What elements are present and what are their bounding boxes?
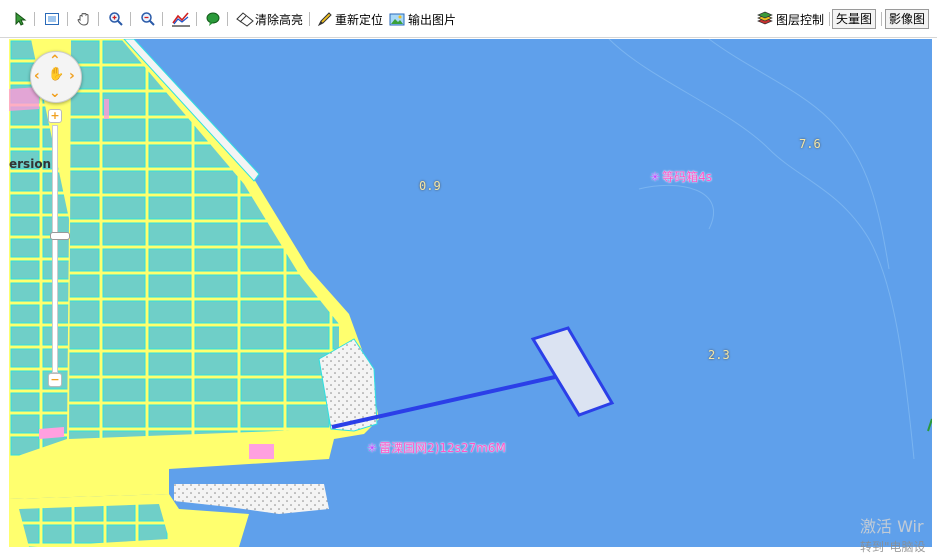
tag-icon: [205, 11, 221, 27]
toolbar-divider: [881, 12, 882, 26]
measure-icon: [171, 11, 191, 27]
pan-up-icon[interactable]: ⌃: [49, 54, 61, 68]
eraser-icon: [235, 11, 255, 27]
map-layer: [9, 39, 932, 547]
zoom-out-slider-button[interactable]: −: [48, 373, 62, 387]
pan-icon: [76, 11, 92, 27]
activation-watermark: 激活 Wir: [860, 517, 924, 536]
layer-control-button[interactable]: 图层控制: [757, 9, 824, 29]
zoom-track[interactable]: [50, 125, 70, 373]
pan-left-icon[interactable]: ‹: [34, 69, 40, 83]
toolbar-divider: [162, 12, 163, 26]
select-icon: [13, 11, 29, 27]
export-image-label: 输出图片: [408, 12, 457, 27]
toolbar-divider: [130, 12, 131, 26]
asterisk-icon: ✳: [367, 441, 378, 455]
pan-down-icon[interactable]: ⌄: [49, 86, 61, 100]
depth-label: 0.9: [419, 179, 441, 193]
zoom-out-button[interactable]: [140, 9, 156, 29]
map-toolbar: 清除高亮 重新定位 输出图片 图层控制 矢量图 影像图: [0, 0, 937, 38]
zoom-in-slider-button[interactable]: +: [48, 109, 62, 123]
poi-label: 等码箱4s: [662, 170, 712, 184]
zoom-in-button[interactable]: [108, 9, 124, 29]
zoom-out-icon: [140, 11, 156, 27]
full-extent-button[interactable]: [44, 9, 60, 29]
depth-label: 2.3: [708, 348, 730, 362]
pan-navigator[interactable]: ⌃ ⌄ ‹ › ✋: [30, 51, 82, 103]
full-extent-icon: [44, 11, 60, 27]
hand-icon: ✋: [48, 67, 65, 82]
layer-control-label: 图层控制: [776, 12, 825, 27]
vector-map-label: 矢量图: [832, 9, 877, 29]
pen-icon: [317, 11, 333, 27]
toolbar-divider: [98, 12, 99, 26]
layers-icon: [757, 11, 773, 27]
picture-icon: [389, 11, 405, 27]
clear-highlight-label: 清除高亮: [255, 12, 304, 27]
asterisk-icon: ✳: [650, 170, 661, 184]
depth-label: 7.6: [799, 137, 821, 151]
image-map-button[interactable]: 影像图: [885, 9, 930, 29]
toolbar-divider: [227, 12, 228, 26]
export-image-button[interactable]: 输出图片: [389, 9, 456, 29]
toolbar-divider: [67, 12, 68, 26]
toolbar-divider: [309, 12, 310, 26]
poi-marker[interactable]: ✳ 雷溧国网2)12s27m6M: [367, 439, 506, 456]
pan-button[interactable]: [76, 9, 92, 29]
relocate-button[interactable]: 重新定位: [317, 9, 383, 29]
relocate-label: 重新定位: [335, 12, 384, 27]
zoom-slider[interactable]: + −: [48, 109, 70, 389]
poi-label: 雷溧国网2)12s27m6M: [379, 441, 506, 455]
pan-right-icon[interactable]: ›: [69, 69, 75, 83]
measure-button[interactable]: [171, 9, 191, 29]
tag-button[interactable]: [205, 9, 221, 29]
zoom-thumb[interactable]: [50, 232, 70, 240]
clear-highlight-button[interactable]: 清除高亮: [235, 9, 303, 29]
poi-marker[interactable]: ✳ 等码箱4s: [650, 168, 712, 185]
toolbar-divider: [34, 12, 35, 26]
toolbar-divider: [829, 12, 830, 26]
toolbar-divider: [196, 12, 197, 26]
vector-map-button[interactable]: 矢量图: [832, 9, 877, 29]
image-map-label: 影像图: [885, 9, 930, 29]
map-canvas[interactable]: ersion. 0.9 7.6 2.3 ✳ 等码箱4s ✳ 雷溧国网2)12s27m…: [9, 39, 932, 547]
zoom-in-icon: [108, 11, 124, 27]
activation-watermark-sub: 转到"电脑设: [860, 540, 926, 554]
select-tool-button[interactable]: [13, 9, 29, 29]
